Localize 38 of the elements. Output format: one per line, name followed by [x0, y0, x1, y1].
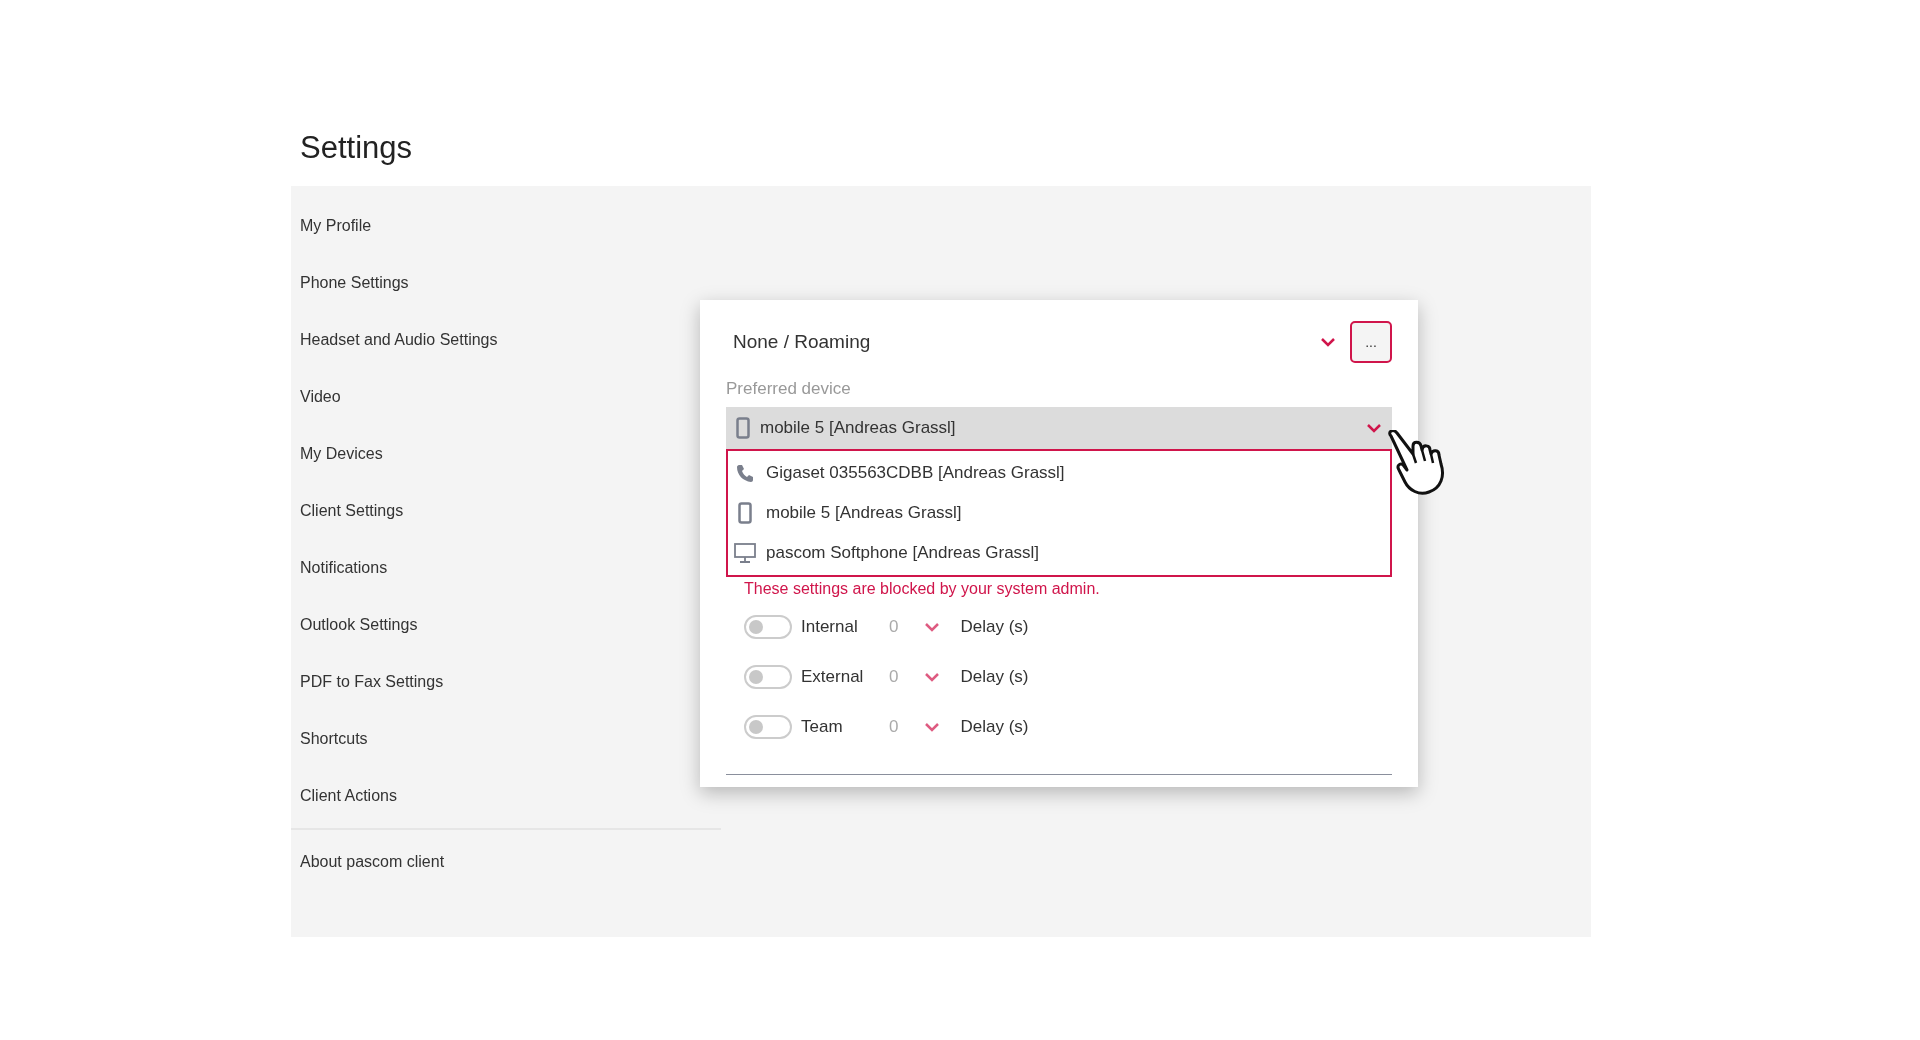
toggle-switch[interactable] — [744, 714, 792, 739]
mode-select[interactable]: None / Roaming — [733, 322, 1350, 362]
sidebar-item[interactable]: Client Actions — [300, 783, 397, 808]
toggle-switch[interactable] — [744, 614, 792, 639]
field-label: Preferred device — [726, 378, 852, 400]
sidebar-item[interactable]: Client Settings — [300, 498, 404, 523]
delay-label: Delay (s) — [960, 615, 1029, 638]
sidebar-item[interactable]: My Profile — [300, 213, 372, 238]
sidebar-item[interactable]: Outlook Settings — [300, 612, 418, 637]
delay-label: Delay (s) — [960, 715, 1029, 738]
delay-label: Delay (s) — [960, 665, 1029, 688]
device-option[interactable]: mobile 5 [Andreas Grassl] — [728, 492, 1390, 533]
chevron-down-icon — [1320, 337, 1336, 347]
monitor-icon — [734, 542, 756, 563]
sidebar-item[interactable]: PDF to Fax Settings — [300, 669, 444, 694]
rule-label: External — [801, 665, 865, 688]
sidebar-item[interactable]: Phone Settings — [300, 270, 409, 295]
sidebar-item[interactable]: Headset and Audio Settings — [300, 327, 498, 352]
notice-text: These settings are blocked by your system admin. — [744, 578, 1100, 599]
sidebar-item[interactable]: About pascom client — [300, 849, 445, 874]
mobile-icon — [736, 416, 750, 439]
rule-label: Team — [801, 715, 844, 738]
more-button[interactable]: ... — [1350, 321, 1392, 363]
chevron-down-icon — [924, 721, 941, 732]
device-option[interactable]: pascom Softphone [Andreas Grassl] — [728, 532, 1390, 573]
chevron-down-icon — [1366, 422, 1382, 433]
sidebar-item[interactable]: Video — [300, 384, 341, 409]
sidebar-item[interactable]: Shortcuts — [300, 726, 368, 751]
phone-icon — [735, 462, 755, 483]
device-select[interactable]: mobile 5 [Andreas Grassl] — [726, 406, 1392, 449]
chevron-down-icon — [924, 621, 941, 632]
rule-label: Internal — [801, 615, 859, 638]
chevron-down-icon — [924, 671, 941, 682]
page-title: Settings — [300, 129, 412, 167]
mobile-icon — [738, 501, 752, 524]
toggle-switch[interactable] — [744, 664, 792, 689]
sidebar-item[interactable]: My Devices — [300, 441, 383, 466]
sidebar-item[interactable]: Notifications — [300, 555, 388, 580]
